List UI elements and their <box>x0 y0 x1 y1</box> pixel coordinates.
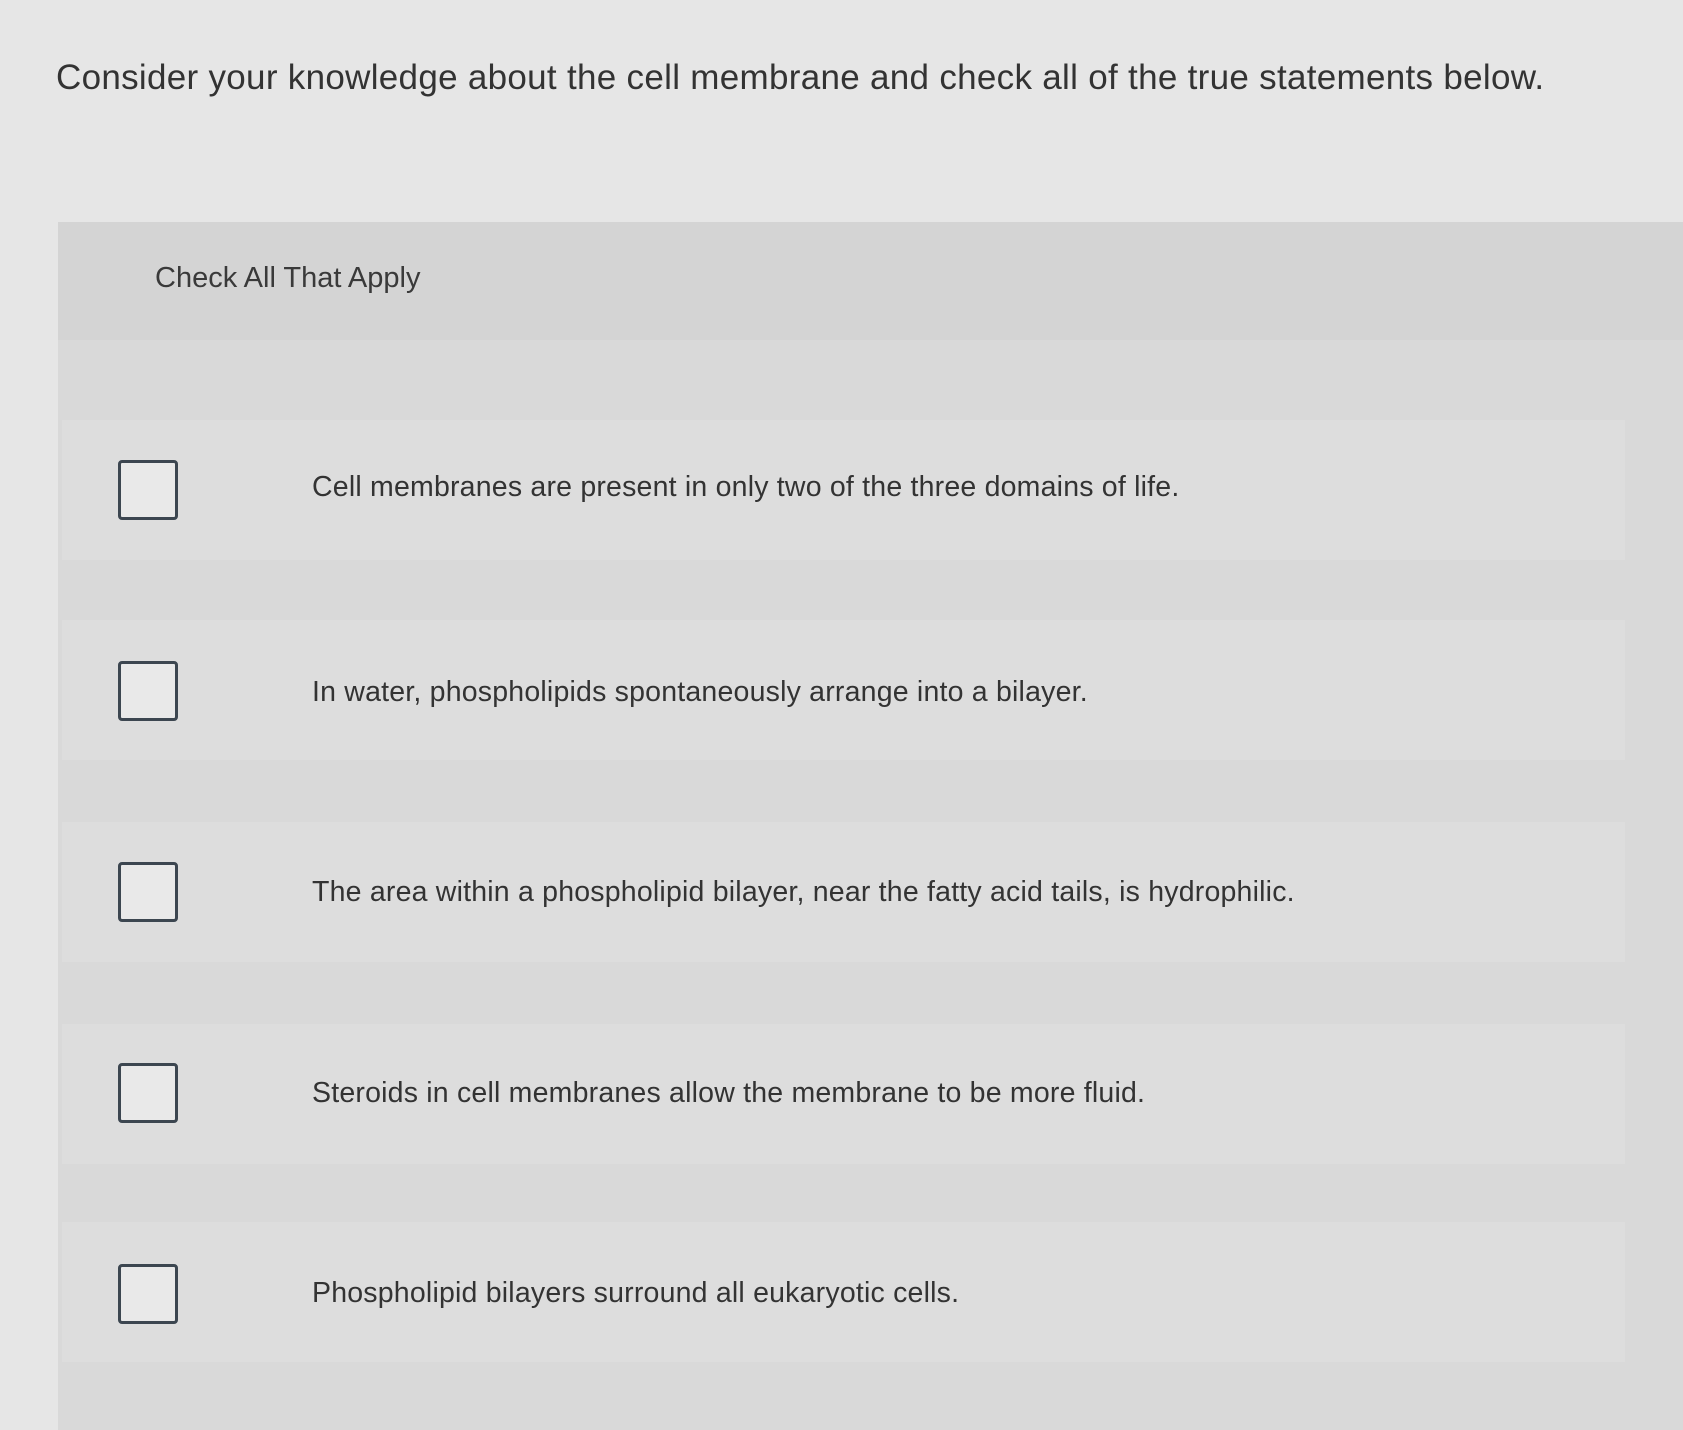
option-1-checkbox[interactable] <box>118 460 178 520</box>
option-5-label[interactable]: Phospholipid bilayers surround all eukar… <box>312 1277 959 1310</box>
panel-header: Check All That Apply <box>58 222 1683 340</box>
option-3-label[interactable]: The area within a phospholipid bilayer, … <box>312 876 1295 909</box>
option-1-label[interactable]: Cell membranes are present in only two o… <box>312 471 1179 504</box>
option-3-checkbox[interactable] <box>118 862 178 922</box>
question-prompt: Consider your knowledge about the cell m… <box>56 58 1545 97</box>
option-4-label[interactable]: Steroids in cell membranes allow the mem… <box>312 1077 1145 1110</box>
check-all-instruction: Check All That Apply <box>155 262 421 294</box>
option-4-checkbox[interactable] <box>118 1063 178 1123</box>
option-2-label[interactable]: In water, phospholipids spontaneously ar… <box>312 676 1088 709</box>
option-2-checkbox[interactable] <box>118 661 178 721</box>
option-5-checkbox[interactable] <box>118 1264 178 1324</box>
